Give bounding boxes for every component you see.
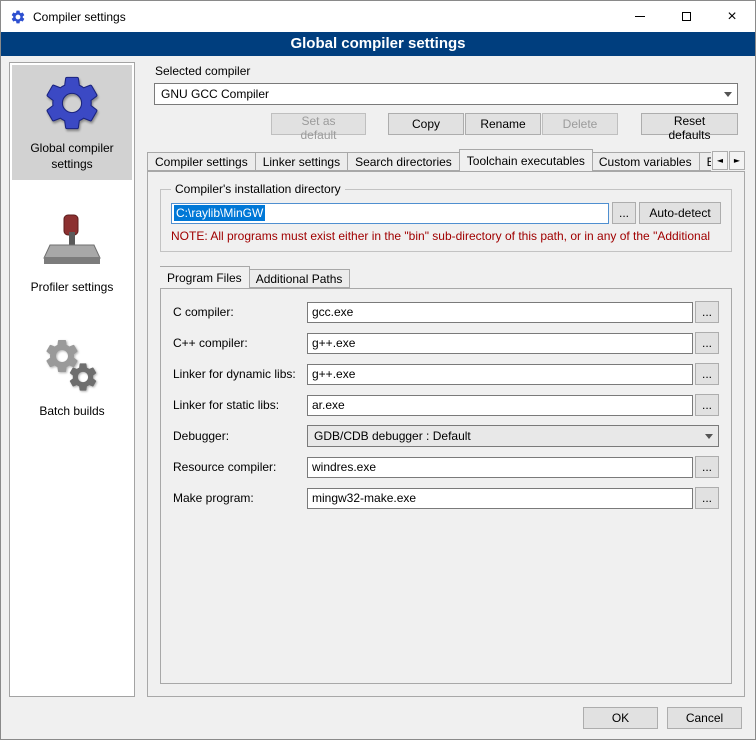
tab-toolchain-executables[interactable]: Toolchain executables — [459, 149, 593, 171]
c-compiler-input[interactable] — [307, 302, 693, 323]
gears-icon — [40, 334, 104, 398]
resource-compiler-input[interactable] — [307, 457, 693, 478]
selected-compiler-label: Selected compiler — [155, 64, 747, 78]
tab-scroll-left-button[interactable]: ◄ — [712, 151, 728, 170]
selected-compiler-dropdown[interactable]: GNU GCC Compiler — [154, 83, 738, 105]
browse-c-compiler-button[interactable]: ... — [695, 301, 719, 323]
installation-directory-input[interactable]: C:\raylib\MinGW — [171, 203, 609, 224]
debugger-label: Debugger: — [173, 429, 307, 443]
cpp-compiler-input[interactable] — [307, 333, 693, 354]
delete-button[interactable]: Delete — [542, 113, 618, 135]
compiler-tabs: Compiler settings Linker settings Search… — [147, 149, 745, 171]
maximize-button[interactable] — [663, 1, 709, 32]
minimize-button[interactable] — [617, 1, 663, 32]
tab-compiler-settings[interactable]: Compiler settings — [147, 152, 256, 171]
copy-button[interactable]: Copy — [388, 113, 464, 135]
dynamic-linker-row: Linker for dynamic libs: ... — [173, 363, 719, 385]
browse-resource-compiler-button[interactable]: ... — [695, 456, 719, 478]
tab-build-truncated[interactable]: Buil — [700, 152, 711, 171]
gear-icon — [40, 71, 104, 135]
make-program-row: Make program: ... — [173, 487, 719, 509]
compiler-settings-window: Compiler settings × Global compiler sett… — [0, 0, 756, 740]
browse-static-linker-button[interactable]: ... — [695, 394, 719, 416]
debugger-row: Debugger: GDB/CDB debugger : Default — [173, 425, 719, 447]
tab-additional-paths[interactable]: Additional Paths — [249, 269, 351, 288]
titlebar: Compiler settings × — [1, 1, 755, 32]
dynamic-linker-input[interactable] — [307, 364, 693, 385]
static-linker-input[interactable] — [307, 395, 693, 416]
reset-defaults-button[interactable]: Reset defaults — [641, 113, 738, 135]
sidebar-item-profiler-settings[interactable]: Profiler settings — [12, 204, 132, 304]
sidebar-item-batch-builds[interactable]: Batch builds — [12, 328, 132, 428]
make-program-label: Make program: — [173, 491, 307, 505]
sidebar-item-label: Global compiler settings — [14, 141, 130, 172]
window-title: Compiler settings — [33, 10, 126, 24]
static-linker-row: Linker for static libs: ... — [173, 394, 719, 416]
program-tabs: Program Files Additional Paths — [160, 266, 732, 288]
browse-dynamic-linker-button[interactable]: ... — [695, 363, 719, 385]
chevron-down-icon — [719, 84, 737, 104]
minimize-icon — [635, 16, 645, 17]
profiler-tool-icon — [40, 210, 104, 274]
installation-directory-group: Compiler's installation directory C:\ray… — [160, 182, 732, 252]
sidebar-item-global-compiler-settings[interactable]: Global compiler settings — [12, 65, 132, 180]
make-program-input[interactable] — [307, 488, 693, 509]
set-as-default-button[interactable]: Set as default — [271, 113, 366, 135]
tab-custom-variables[interactable]: Custom variables — [592, 152, 700, 171]
installation-directory-value: C:\raylib\MinGW — [174, 205, 265, 221]
program-files-page: C compiler: ... C++ compiler: ... Linker… — [160, 288, 732, 684]
auto-detect-button[interactable]: Auto-detect — [639, 202, 721, 224]
tab-search-directories[interactable]: Search directories — [348, 152, 460, 171]
settings-category-list: Global compiler settings Profiler settin… — [9, 62, 135, 697]
tab-scroll-right-button[interactable]: ► — [729, 151, 745, 170]
cpp-compiler-label: C++ compiler: — [173, 336, 307, 350]
directory-note: NOTE: All programs must exist either in … — [171, 229, 721, 243]
dialog-footer: OK Cancel — [1, 701, 755, 739]
app-icon — [10, 9, 26, 25]
cpp-compiler-row: C++ compiler: ... — [173, 332, 719, 354]
installation-directory-label: Compiler's installation directory — [171, 182, 345, 196]
tab-program-files[interactable]: Program Files — [160, 266, 250, 288]
close-button[interactable]: × — [709, 1, 755, 32]
debugger-dropdown[interactable]: GDB/CDB debugger : Default — [307, 425, 719, 447]
static-linker-label: Linker for static libs: — [173, 398, 307, 412]
page-title: Global compiler settings — [1, 32, 755, 56]
browse-cpp-compiler-button[interactable]: ... — [695, 332, 719, 354]
dynamic-linker-label: Linker for dynamic libs: — [173, 367, 307, 381]
c-compiler-row: C compiler: ... — [173, 301, 719, 323]
browse-directory-button[interactable]: ... — [612, 202, 636, 224]
resource-compiler-row: Resource compiler: ... — [173, 456, 719, 478]
close-icon: × — [727, 9, 736, 25]
rename-button[interactable]: Rename — [465, 113, 541, 135]
ok-button[interactable]: OK — [583, 707, 658, 729]
debugger-value: GDB/CDB debugger : Default — [314, 429, 700, 443]
tab-linker-settings[interactable]: Linker settings — [256, 152, 348, 171]
cancel-button[interactable]: Cancel — [667, 707, 742, 729]
sidebar-item-label: Batch builds — [39, 404, 104, 420]
chevron-down-icon — [700, 426, 718, 446]
browse-make-program-button[interactable]: ... — [695, 487, 719, 509]
c-compiler-label: C compiler: — [173, 305, 307, 319]
toolchain-executables-page: Compiler's installation directory C:\ray… — [147, 171, 745, 697]
sidebar-item-label: Profiler settings — [31, 280, 114, 296]
resource-compiler-label: Resource compiler: — [173, 460, 307, 474]
maximize-icon — [682, 12, 691, 21]
selected-compiler-value: GNU GCC Compiler — [161, 87, 719, 101]
